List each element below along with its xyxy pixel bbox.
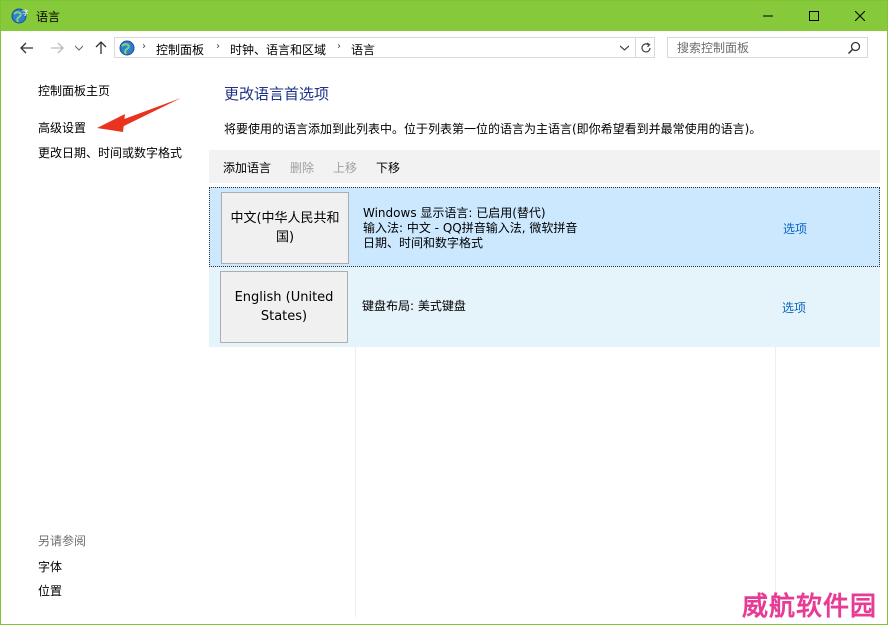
move-down-button[interactable]: 下移 — [376, 159, 400, 176]
back-button[interactable] — [17, 39, 37, 57]
language-row-chinese[interactable]: 中文(中华人民共和国) Windows 显示语言: 已启用(替代) 输入法: 中… — [209, 187, 880, 267]
up-button[interactable] — [91, 39, 111, 57]
address-history-button[interactable] — [615, 38, 633, 57]
arrow-up-icon — [95, 41, 107, 54]
column-divider — [775, 347, 776, 617]
remove-button[interactable]: 删除 — [290, 159, 314, 176]
language-format: 日期、时间和数字格式 — [363, 236, 484, 250]
minimize-icon — [763, 15, 773, 17]
breadcrumb-clock-language-region[interactable]: 时钟、语言和区域 — [230, 41, 326, 58]
annotation-arrow — [97, 98, 181, 132]
control-panel-window: 字 语言 › 控制面板 › 时钟、语言和区域 › 语言 搜索控制面板 控制面板主… — [0, 0, 888, 625]
language-list: 中文(中华人民共和国) Windows 显示语言: 已启用(替代) 输入法: 中… — [209, 187, 880, 347]
location-link[interactable]: 位置 — [38, 582, 62, 599]
language-name-button[interactable]: English (United States) — [220, 271, 348, 343]
window-title: 语言 — [36, 10, 61, 24]
address-bar[interactable]: › 控制面板 › 时钟、语言和区域 › 语言 — [114, 37, 655, 58]
see-also-heading: 另请参阅 — [38, 534, 87, 548]
search-input[interactable] — [668, 38, 847, 57]
forward-button[interactable] — [47, 39, 67, 57]
language-name-button[interactable]: 中文(中华人民共和国) — [221, 192, 349, 264]
language-options-link[interactable]: 选项 — [783, 220, 807, 237]
close-button[interactable] — [837, 1, 883, 31]
svg-text:字: 字 — [22, 8, 28, 17]
language-options-link[interactable]: 选项 — [782, 299, 806, 316]
language-toolbar: 添加语言 删除 上移 下移 — [209, 150, 880, 183]
arrow-right-icon — [51, 42, 64, 54]
breadcrumb-language[interactable]: 语言 — [351, 41, 375, 58]
breadcrumb-separator: › — [337, 41, 341, 52]
search-icon[interactable] — [846, 40, 862, 56]
maximize-button[interactable] — [791, 1, 837, 31]
control-panel-globe-icon — [119, 40, 135, 56]
recent-locations-button[interactable] — [73, 39, 85, 57]
refresh-button[interactable] — [635, 38, 655, 57]
add-language-button[interactable]: 添加语言 — [223, 159, 271, 176]
refresh-icon — [640, 41, 651, 52]
arrow-left-icon — [20, 42, 33, 54]
language-display-status: Windows 显示语言: 已启用(替代) — [363, 206, 546, 220]
chevron-down-icon — [619, 45, 629, 51]
fonts-link[interactable]: 字体 — [38, 558, 62, 575]
language-globe-icon: 字 — [11, 8, 28, 24]
language-input-method: 输入法: 中文 - QQ拼音输入法, 微软拼音 — [363, 221, 578, 235]
language-keyboard-layout: 键盘布局: 美式键盘 — [362, 299, 466, 313]
page-title: 更改语言首选项 — [224, 85, 330, 103]
breadcrumb-separator: › — [142, 41, 146, 52]
advanced-settings-link[interactable]: 高级设置 — [38, 119, 86, 136]
close-icon — [855, 11, 865, 21]
title-bar: 字 语言 — [1, 1, 887, 31]
breadcrumb-separator: › — [216, 41, 220, 52]
maximize-icon — [809, 11, 819, 21]
watermark-logo: 威航软件园 — [742, 592, 878, 622]
column-divider — [355, 347, 356, 617]
page-description: 将要使用的语言添加到此列表中。位于列表第一位的语言为主语言(即你希望看到并最常使… — [224, 122, 762, 136]
language-row-english[interactable]: English (United States) 键盘布局: 美式键盘 选项 — [209, 267, 880, 347]
move-up-button[interactable]: 上移 — [333, 159, 357, 176]
breadcrumb-control-panel[interactable]: 控制面板 — [156, 41, 204, 58]
search-box — [667, 37, 868, 58]
chevron-down-icon — [75, 45, 83, 51]
change-date-time-format-link[interactable]: 更改日期、时间或数字格式 — [38, 144, 182, 161]
address-row: › 控制面板 › 时钟、语言和区域 › 语言 — [1, 31, 887, 65]
minimize-button[interactable] — [745, 1, 791, 31]
